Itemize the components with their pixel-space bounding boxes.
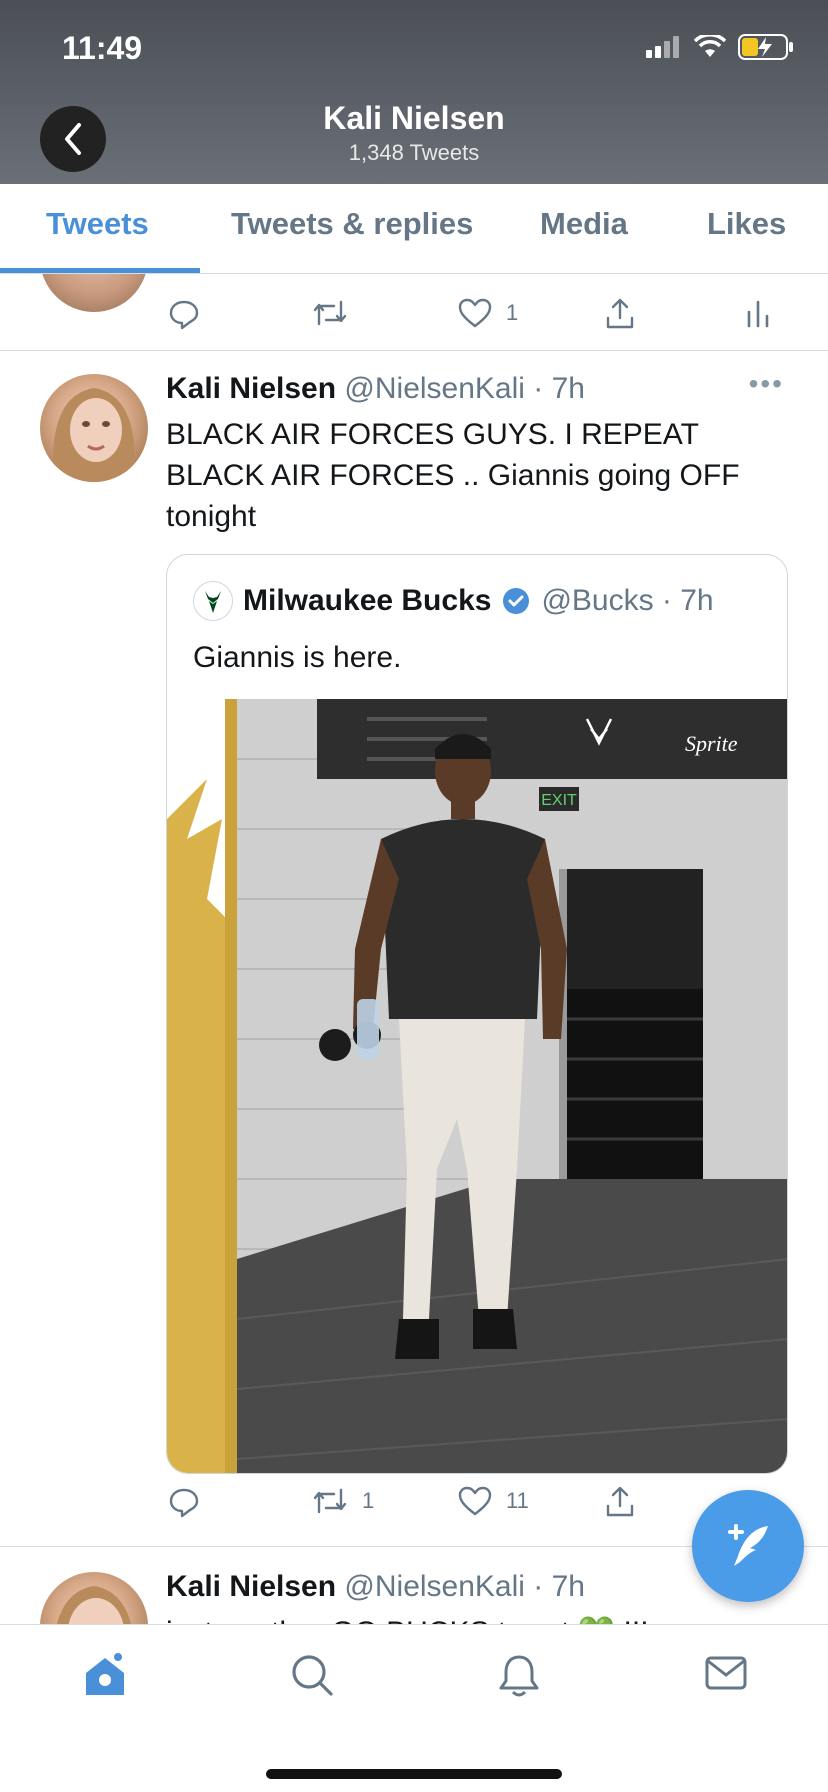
like-button[interactable]: 11	[458, 1486, 529, 1516]
wifi-icon	[694, 35, 726, 57]
mail-icon	[705, 1656, 747, 1690]
like-button[interactable]: 1	[458, 298, 518, 328]
reply-button[interactable]	[168, 1486, 200, 1518]
share-button[interactable]	[604, 1486, 636, 1518]
notifications-tab[interactable]	[498, 1653, 540, 1704]
search-icon	[292, 1655, 333, 1696]
search-tab[interactable]	[290, 1653, 334, 1702]
retweet-button[interactable]	[312, 298, 348, 328]
home-icon	[86, 1653, 124, 1695]
tab-tweets-replies[interactable]: Tweets & replies	[231, 206, 473, 242]
active-tab-indicator	[0, 268, 200, 273]
share-icon	[606, 1486, 634, 1517]
sprite-logo: Sprite	[685, 731, 738, 756]
quoted-tweet-text: Giannis is here.	[193, 641, 402, 674]
home-indicator	[266, 1769, 562, 1779]
quoted-handle-time: @Bucks · 7h	[541, 584, 714, 617]
retweet-button[interactable]: 1	[312, 1486, 374, 1516]
bucks-logo-icon	[193, 581, 233, 621]
profile-name: Kali Nielsen	[323, 100, 505, 136]
quoted-author-name[interactable]: Milwaukee Bucks	[243, 584, 491, 618]
author-handle-time: @NielsenKali · 7h	[344, 372, 585, 405]
tweet-header: Kali Nielsen @NielsenKali · 7h	[166, 1570, 585, 1604]
tweet-feed[interactable]: 1 Kali Nielsen @NielsenKali · 7h ••• BLA…	[0, 274, 828, 1624]
tweet-actions: 1	[0, 298, 828, 338]
like-count: 11	[506, 1488, 529, 1513]
share-button[interactable]	[604, 298, 636, 330]
status-icons	[646, 34, 794, 60]
verified-badge-icon	[503, 588, 530, 614]
quoted-tweet-header: Milwaukee Bucks @Bucks · 7h	[193, 581, 714, 621]
tweet-text: just another GO BUCKS tweet 💚 !!!	[166, 1612, 786, 1624]
reply-icon	[169, 300, 199, 330]
avatar[interactable]	[40, 1572, 148, 1624]
messages-tab[interactable]	[704, 1653, 748, 1698]
home-tab[interactable]	[82, 1653, 128, 1704]
tweet-photo[interactable]: EXIT Sprite	[167, 699, 787, 1473]
retweet-icon	[313, 1488, 347, 1514]
tweet-text-line: tonight	[166, 500, 257, 533]
author-name[interactable]: Kali Nielsen	[166, 1570, 336, 1603]
tweet-count: 1,348 Tweets	[348, 140, 480, 165]
like-count: 1	[506, 300, 519, 325]
profile-tabs: Tweets Tweets & replies Media Likes	[0, 184, 828, 274]
bell-icon	[499, 1655, 539, 1697]
retweet-icon	[313, 300, 347, 326]
heart-icon	[458, 298, 492, 328]
compose-feather-icon	[728, 1524, 768, 1566]
tweet-text-line: BLACK AIR FORCES .. Giannis going OFF	[166, 459, 740, 492]
exit-sign: EXIT	[541, 792, 577, 809]
cellular-signal-icon	[646, 36, 679, 58]
heart-icon	[458, 1486, 492, 1516]
reply-icon	[169, 1488, 199, 1518]
tweet-text: BLACK AIR FORCES GUYS. I REPEAT BLACK AI…	[166, 414, 786, 537]
avatar-photo	[57, 1586, 131, 1624]
tweet-header: Kali Nielsen @NielsenKali · 7h	[166, 372, 585, 406]
retweet-count: 1	[362, 1488, 375, 1513]
tweet-text-line: BLACK AIR FORCES GUYS. I REPEAT	[166, 418, 699, 451]
tab-tweets[interactable]: Tweets	[46, 206, 149, 242]
author-handle-time: @NielsenKali · 7h	[344, 1570, 585, 1603]
tab-media[interactable]: Media	[540, 206, 628, 242]
compose-tweet-button[interactable]	[692, 1490, 804, 1602]
analytics-icon	[747, 300, 769, 328]
divider	[0, 350, 828, 351]
share-icon	[606, 298, 634, 329]
status-time: 11:49	[62, 30, 143, 66]
profile-header: 11:49 Kali Nielsen 1,348 Tweets	[0, 0, 828, 184]
avatar[interactable]	[40, 374, 148, 482]
more-options-icon[interactable]: •••	[749, 368, 784, 400]
battery-charging-icon	[738, 34, 793, 60]
tab-likes[interactable]: Likes	[707, 206, 786, 242]
bottom-nav-bar	[0, 1624, 828, 1792]
analytics-button[interactable]	[746, 298, 770, 328]
photo-illustration: EXIT Sprite	[167, 699, 787, 1473]
quoted-tweet-card[interactable]: Milwaukee Bucks @Bucks · 7h Giannis is h…	[166, 554, 788, 1474]
avatar-photo	[53, 388, 135, 482]
author-name[interactable]: Kali Nielsen	[166, 372, 336, 405]
reply-button[interactable]	[168, 298, 200, 330]
